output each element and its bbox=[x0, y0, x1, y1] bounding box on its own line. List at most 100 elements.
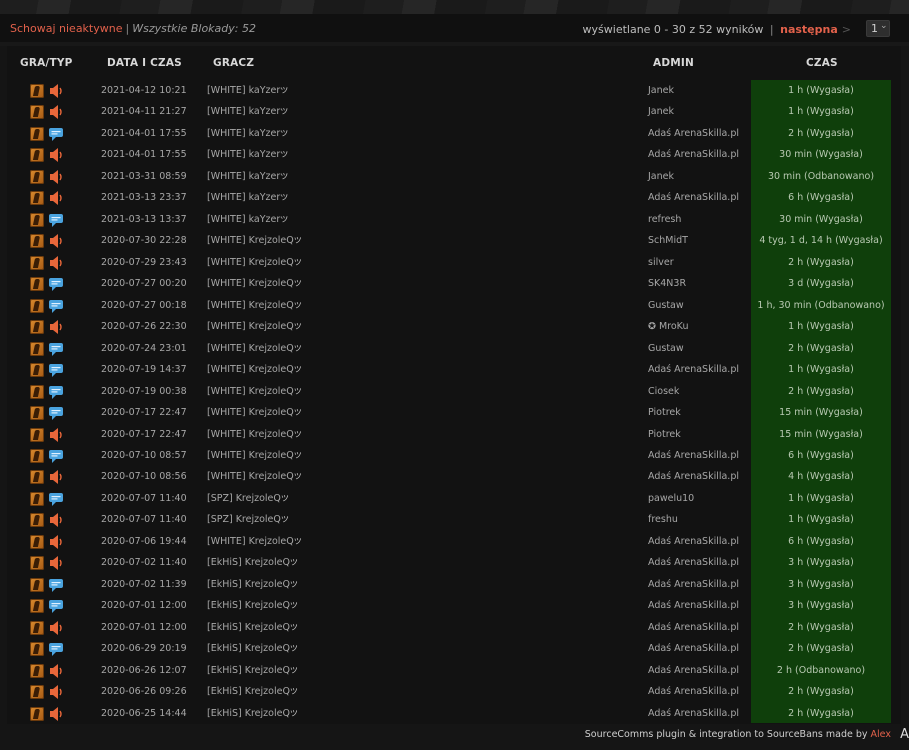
row-player[interactable]: [WHITE] kaYzerツ bbox=[207, 149, 288, 160]
row-player[interactable]: [WHITE] KrejzoleQツ bbox=[207, 386, 302, 397]
table-row[interactable]: 2020-07-19 14:37 [WHITE] KrejzoleQツ Adaś A… bbox=[0, 359, 909, 380]
page-select[interactable]: 1 ⌄ bbox=[866, 20, 890, 37]
table-row[interactable]: 2020-07-27 00:18 [WHITE] KrejzoleQツ Gustaw… bbox=[0, 295, 909, 316]
table-row[interactable]: 2021-04-11 21:27 [WHITE] kaYzerツ Janek 1 h … bbox=[0, 101, 909, 122]
row-player[interactable]: [WHITE] KrejzoleQツ bbox=[207, 278, 302, 289]
table-row[interactable]: 2020-07-29 23:43 [WHITE] KrejzoleQツ silver… bbox=[0, 252, 909, 273]
row-player[interactable]: [WHITE] KrejzoleQツ bbox=[207, 343, 302, 354]
row-player[interactable]: [WHITE] KrejzoleQツ bbox=[207, 321, 302, 332]
row-player[interactable]: [EkHiS] KrejzoleQツ bbox=[207, 600, 298, 611]
row-admin: Adaś ArenaSkilla.pl bbox=[648, 686, 739, 698]
row-player[interactable]: [WHITE] kaYzerツ bbox=[207, 128, 288, 139]
table-row[interactable]: 2021-04-12 10:21 [WHITE] kaYzerツ Janek 1 h … bbox=[0, 80, 909, 101]
chat-bubble-icon bbox=[48, 298, 64, 314]
table-row[interactable]: 2020-07-17 22:47 [WHITE] KrejzoleQツ Piotre… bbox=[0, 424, 909, 445]
row-admin: Adaś ArenaSkilla.pl bbox=[648, 557, 739, 569]
chat-bubble-icon bbox=[48, 126, 64, 142]
speaker-icon bbox=[48, 620, 64, 636]
table-row[interactable]: 2020-07-07 11:40 [SPZ] KrejzoleQツ pawelu10… bbox=[0, 488, 909, 509]
next-page-link[interactable]: następna bbox=[780, 23, 838, 36]
table-row[interactable]: 2020-06-26 12:07 [EkHiS] KrejzoleQツ Adaś A… bbox=[0, 660, 909, 681]
row-player[interactable]: [SPZ] KrejzoleQツ bbox=[207, 514, 289, 525]
row-player[interactable]: [EkHiS] KrejzoleQツ bbox=[207, 579, 298, 590]
player-name: [EkHiS] KrejzoleQ bbox=[207, 686, 290, 698]
player-name: [WHITE] KrejzoleQ bbox=[207, 235, 294, 247]
row-player[interactable]: [WHITE] kaYzerツ bbox=[207, 214, 288, 225]
counter-strike-icon bbox=[30, 341, 44, 356]
speaker-icon bbox=[48, 104, 64, 120]
row-player[interactable]: [WHITE] KrejzoleQツ bbox=[207, 407, 302, 418]
table-row[interactable]: 2021-03-13 13:37 [WHITE] kaYzerツ refresh 30… bbox=[0, 209, 909, 230]
player-name: [WHITE] KrejzoleQ bbox=[207, 342, 294, 354]
counter-strike-icon bbox=[30, 556, 44, 571]
table-row[interactable]: 2020-07-01 12:00 [EkHiS] KrejzoleQツ Adaś A… bbox=[0, 595, 909, 616]
row-player[interactable]: [EkHiS] KrejzoleQツ bbox=[207, 622, 298, 633]
table-row[interactable]: 2020-07-01 12:00 [EkHiS] KrejzoleQツ Adaś A… bbox=[0, 617, 909, 638]
row-player[interactable]: [EkHiS] KrejzoleQツ bbox=[207, 643, 298, 654]
row-time: 6 h (Wygasła) bbox=[788, 449, 854, 461]
player-suffix: ツ bbox=[293, 386, 302, 396]
player-name: [SPZ] KrejzoleQ bbox=[207, 492, 281, 504]
row-date: 2020-07-01 12:00 bbox=[101, 600, 187, 612]
table-row[interactable]: 2021-04-01 17:55 [WHITE] kaYzerツ Adaś Aren… bbox=[0, 123, 909, 144]
player-name: [EkHiS] KrejzoleQ bbox=[207, 621, 290, 633]
row-player[interactable]: [WHITE] kaYzerツ bbox=[207, 192, 288, 203]
speaker-icon bbox=[48, 147, 64, 163]
row-player[interactable]: [WHITE] KrejzoleQツ bbox=[207, 429, 302, 440]
row-player[interactable]: [WHITE] KrejzoleQツ bbox=[207, 536, 302, 547]
hide-inactive-link[interactable]: Schowaj nieaktywne bbox=[10, 22, 123, 35]
row-player[interactable]: [WHITE] kaYzerツ bbox=[207, 106, 288, 117]
table-row[interactable]: 2020-07-02 11:39 [EkHiS] KrejzoleQツ Adaś A… bbox=[0, 574, 909, 595]
table-row[interactable]: 2020-07-02 11:40 [EkHiS] KrejzoleQツ Adaś A… bbox=[0, 552, 909, 573]
row-player[interactable]: [EkHiS] KrejzoleQツ bbox=[207, 665, 298, 676]
row-date: 2020-07-17 22:47 bbox=[101, 428, 187, 440]
player-suffix: ツ bbox=[293, 429, 302, 439]
table-row[interactable]: 2020-06-29 20:19 [EkHiS] KrejzoleQツ Adaś A… bbox=[0, 638, 909, 659]
table-row[interactable]: 2020-07-06 19:44 [WHITE] KrejzoleQツ Adaś A… bbox=[0, 531, 909, 552]
table-row[interactable]: 2020-07-17 22:47 [WHITE] KrejzoleQツ Piotre… bbox=[0, 402, 909, 423]
row-time: 1 h (Wygasła) bbox=[788, 106, 854, 118]
table-row[interactable]: 2020-06-26 09:26 [EkHiS] KrejzoleQツ Adaś A… bbox=[0, 681, 909, 702]
page-select-value: 1 bbox=[871, 22, 878, 35]
table-row[interactable]: 2020-07-19 00:38 [WHITE] KrejzoleQツ Ciosek… bbox=[0, 381, 909, 402]
speaker-icon bbox=[48, 233, 64, 249]
row-player[interactable]: [WHITE] KrejzoleQツ bbox=[207, 257, 302, 268]
table-row[interactable]: 2020-07-07 11:40 [SPZ] KrejzoleQツ freshu 1 … bbox=[0, 509, 909, 530]
row-date: 2021-04-11 21:27 bbox=[101, 106, 187, 118]
row-player[interactable]: [EkHiS] KrejzoleQツ bbox=[207, 557, 298, 568]
table-row[interactable]: 2021-04-01 17:55 [WHITE] kaYzerツ Adaś Aren… bbox=[0, 144, 909, 165]
author-link[interactable]: Alex bbox=[871, 729, 891, 740]
row-player[interactable]: [WHITE] KrejzoleQツ bbox=[207, 235, 302, 246]
header-time: CZAS bbox=[806, 57, 838, 69]
row-player[interactable]: [WHITE] KrejzoleQツ bbox=[207, 450, 302, 461]
row-date: 2020-07-07 11:40 bbox=[101, 514, 187, 526]
row-player[interactable]: [WHITE] kaYzerツ bbox=[207, 171, 288, 182]
row-date: 2020-07-26 22:30 bbox=[101, 321, 187, 333]
table-row[interactable]: 2020-07-10 08:56 [WHITE] KrejzoleQツ Adaś A… bbox=[0, 466, 909, 487]
counter-strike-icon bbox=[30, 169, 44, 184]
table-row[interactable]: 2021-03-31 08:59 [WHITE] kaYzerツ Janek 30 m… bbox=[0, 166, 909, 187]
row-date: 2020-07-27 00:18 bbox=[101, 299, 187, 311]
row-player[interactable]: [SPZ] KrejzoleQツ bbox=[207, 493, 289, 504]
footer-text: SourceComms plugin & integration to Sour… bbox=[584, 729, 868, 740]
table-row[interactable]: 2020-07-27 00:20 [WHITE] KrejzoleQツ SK4N3R… bbox=[0, 273, 909, 294]
table-row[interactable]: 2020-06-25 14:44 [EkHiS] KrejzoleQツ Adaś A… bbox=[0, 703, 909, 724]
row-time: 30 min (Wygasła) bbox=[779, 149, 863, 161]
table-row[interactable]: 2020-07-24 23:01 [WHITE] KrejzoleQツ Gustaw… bbox=[0, 338, 909, 359]
player-suffix: ツ bbox=[293, 365, 302, 375]
row-time: 4 h (Wygasła) bbox=[788, 471, 854, 483]
row-player[interactable]: [WHITE] kaYzerツ bbox=[207, 85, 288, 96]
row-player[interactable]: [WHITE] KrejzoleQツ bbox=[207, 300, 302, 311]
row-date: 2020-07-24 23:01 bbox=[101, 342, 187, 354]
row-player[interactable]: [EkHiS] KrejzoleQツ bbox=[207, 686, 298, 697]
player-suffix: ツ bbox=[289, 558, 298, 568]
row-player[interactable]: [WHITE] KrejzoleQツ bbox=[207, 471, 302, 482]
table-row[interactable]: 2020-07-30 22:28 [WHITE] KrejzoleQツ SchMid… bbox=[0, 230, 909, 251]
player-suffix: ツ bbox=[280, 150, 289, 160]
row-player[interactable]: [EkHiS] KrejzoleQツ bbox=[207, 708, 298, 719]
table-row[interactable]: 2020-07-10 08:57 [WHITE] KrejzoleQツ Adaś A… bbox=[0, 445, 909, 466]
table-row[interactable]: 2021-03-13 23:37 [WHITE] kaYzerツ Adaś Aren… bbox=[0, 187, 909, 208]
row-time: 1 h (Wygasła) bbox=[788, 364, 854, 376]
table-row[interactable]: 2020-07-26 22:30 [WHITE] KrejzoleQツ ✪ MroK… bbox=[0, 316, 909, 337]
row-player[interactable]: [WHITE] KrejzoleQツ bbox=[207, 364, 302, 375]
